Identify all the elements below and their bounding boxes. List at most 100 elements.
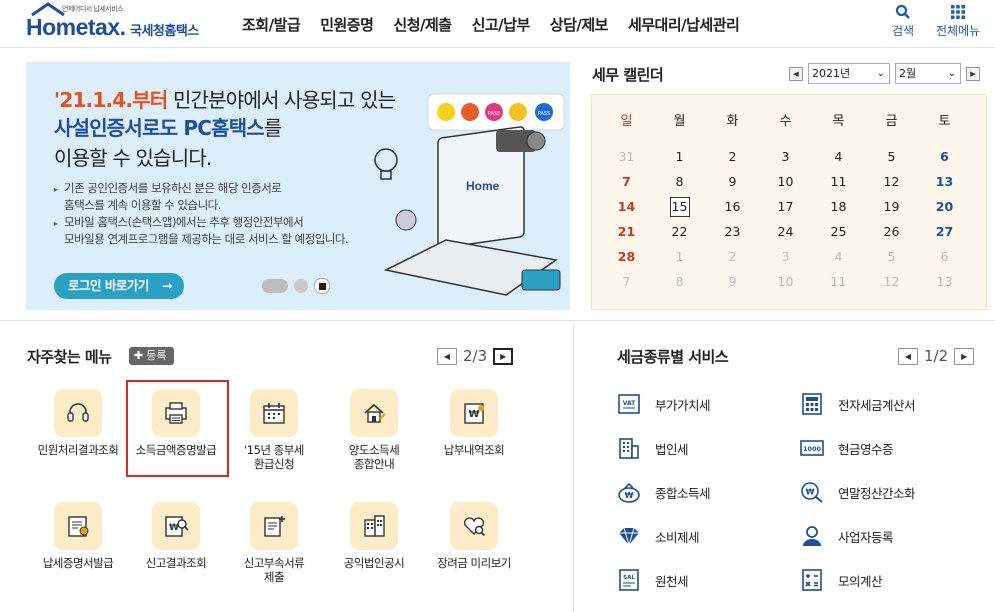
svg-text:₩: ₩	[625, 491, 634, 500]
banner-headline-2: 사설인증서로도 PC홈택스를	[54, 112, 282, 141]
calendar-next-button[interactable]: ▶	[966, 66, 980, 81]
calendar-day[interactable]: 22	[653, 219, 706, 244]
calendar-day[interactable]: 3	[759, 144, 812, 169]
calendar-day[interactable]: 19	[865, 194, 918, 219]
calendar-day[interactable]: 7	[600, 169, 653, 194]
tax-service-item[interactable]: 사업자등록	[800, 524, 894, 548]
chevron-down-icon: ⌄	[876, 68, 885, 79]
calendar-day[interactable]: 10	[759, 169, 812, 194]
calendar-day[interactable]: 20	[918, 194, 971, 219]
salary-icon-text: SAL	[623, 575, 635, 581]
favorite-label: 민원처리결과조회	[37, 443, 119, 457]
favorite-item[interactable]: 민원처리결과조회	[29, 389, 127, 457]
won-search-icon: ₩	[152, 502, 200, 550]
calendar-day[interactable]: 11	[812, 169, 865, 194]
tax-services-prev-button[interactable]: ◀	[898, 347, 918, 365]
favorite-item[interactable]: 신고부속서류 제출	[225, 502, 323, 584]
tax-service-item[interactable]: 모의계산	[800, 568, 883, 592]
tax-service-item[interactable]: SAL 원천세	[617, 568, 689, 592]
calendar-day[interactable]: 18	[812, 194, 865, 219]
calendar-day[interactable]: 13	[918, 169, 971, 194]
login-shortcut-button[interactable]: 로그인 바로가기 →	[54, 273, 184, 299]
weekday-sun: 일	[620, 114, 633, 129]
nav-item-agent[interactable]: 세무대리/납세관리	[618, 14, 749, 35]
year-select[interactable]: 2021년 ⌄	[808, 63, 890, 84]
calendar-week: 14 15 16 17 18 19 20	[600, 194, 980, 219]
banner-headline-1: '21.1.4.부터 민간분야에서 사용되고 있는	[54, 84, 396, 113]
calendar-day[interactable]: 21	[600, 219, 653, 244]
tax-service-label: 현금영수증	[838, 441, 894, 457]
calendar-day[interactable]: 9	[706, 169, 759, 194]
pass-badge-label-2: PASS	[538, 111, 550, 117]
tax-service-item[interactable]: 소비제세	[617, 524, 700, 548]
month-select-value: 2월	[899, 67, 917, 80]
calendar-day: 10	[777, 274, 794, 289]
promo-banner[interactable]: '21.1.4.부터 민간분야에서 사용되고 있는 사설인증서로도 PC홈택스를…	[26, 62, 570, 310]
favorites-next-button[interactable]: ▶	[493, 347, 514, 365]
nav-item-certificate[interactable]: 민원증명	[310, 14, 383, 35]
receipt-icon-text: 1000	[803, 445, 822, 453]
calendar-day[interactable]: 24	[759, 219, 812, 244]
certificate-icon	[54, 502, 102, 550]
favorites-pager: ◀ 2/3 ▶	[437, 347, 514, 365]
nav-item-application[interactable]: 신청/제출	[383, 14, 461, 35]
calendar-day[interactable]: 23	[706, 219, 759, 244]
month-select[interactable]: 2월 ⌄	[895, 63, 961, 84]
tax-service-item[interactable]: 법인세	[617, 436, 689, 460]
calendar-day[interactable]: 26	[865, 219, 918, 244]
calendar-day-today[interactable]: 15	[653, 194, 706, 219]
corporate-building-icon	[617, 436, 641, 460]
calendar-day[interactable]: 27	[918, 219, 971, 244]
favorite-item[interactable]: ₩ 신고결과조회	[127, 502, 225, 570]
calendar-day: 7	[622, 274, 631, 289]
tax-service-item[interactable]: ₩ 연말정산간소화	[800, 480, 916, 504]
search-button[interactable]: 검색	[892, 4, 914, 39]
calendar-day[interactable]: 25	[812, 219, 865, 244]
carousel-indicator-active[interactable]	[262, 279, 288, 293]
calendar-day[interactable]: 6	[918, 144, 971, 169]
favorite-item[interactable]: 납세증명서발급	[29, 502, 127, 570]
tax-service-item[interactable]: VAT 부가가치세	[617, 392, 711, 416]
calendar-day[interactable]: 16	[706, 194, 759, 219]
carousel-stop-button[interactable]	[314, 278, 330, 294]
calendar-day[interactable]: 2	[706, 144, 759, 169]
calendar-day[interactable]: 28	[600, 244, 653, 269]
tax-service-label: 법인세	[655, 441, 689, 457]
register-favorite-button[interactable]: ✚ 등록	[129, 347, 175, 365]
nav-item-consult[interactable]: 상담/제보	[540, 14, 618, 35]
all-menu-button[interactable]: 전체메뉴	[936, 4, 980, 39]
calendar-day[interactable]: 5	[865, 144, 918, 169]
nav-item-filing[interactable]: 신고/납부	[462, 14, 540, 35]
banner-note-1: 기존 공인인증서를 보유하신 분은 해당 인증서로	[54, 180, 348, 198]
calendar-day[interactable]: 4	[812, 144, 865, 169]
favorite-item[interactable]: 공익법인공시	[325, 502, 423, 570]
calendar-day[interactable]: 1	[653, 144, 706, 169]
tax-calendar: 일 월 화 수 목 금 토 31 1 2 3 4 5 6 7 8 9 10 11…	[591, 94, 987, 310]
section-divider	[0, 320, 995, 321]
tax-service-label: 모의계산	[838, 573, 883, 589]
favorites-title: 자주찾는 메뉴	[27, 348, 112, 366]
tax-service-item[interactable]: 전자세금계산서	[800, 392, 916, 416]
calendar-day[interactable]: 17	[759, 194, 812, 219]
calendar-prev-button[interactable]: ◀	[789, 66, 803, 81]
tax-service-item[interactable]: 1000 현금영수증	[800, 436, 894, 460]
money-bag-icon: ₩	[617, 480, 641, 504]
nav-item-inquiry[interactable]: 조회/발급	[232, 14, 310, 35]
calendar-day[interactable]: 12	[865, 169, 918, 194]
favorite-item[interactable]: 양도소득세 종합안내	[325, 389, 423, 471]
carousel-indicator[interactable]	[294, 279, 308, 293]
favorite-item[interactable]: 장려금 미리보기	[425, 502, 523, 570]
hometax-logo[interactable]: 언제어디서 납세서비스 Hometax. 국세청홈택스	[26, 2, 216, 46]
favorite-label: '15년 종부세 환급신청	[244, 443, 304, 471]
favorites-prev-button[interactable]: ◀	[437, 347, 457, 365]
weekday-wed: 수	[779, 114, 792, 129]
calendar-day[interactable]: 14	[600, 194, 653, 219]
favorite-item[interactable]: ₩ 납부내역조회	[425, 389, 523, 457]
logo-text: Hometax.	[26, 14, 126, 40]
tax-service-label: 소비제세	[655, 529, 700, 545]
favorite-item[interactable]: '15년 종부세 환급신청	[225, 389, 323, 471]
calendar-day: 5	[887, 249, 896, 264]
tax-services-next-button[interactable]: ▶	[954, 347, 975, 365]
calendar-day[interactable]: 8	[653, 169, 706, 194]
tax-service-item[interactable]: ₩ 종합소득세	[617, 480, 711, 504]
